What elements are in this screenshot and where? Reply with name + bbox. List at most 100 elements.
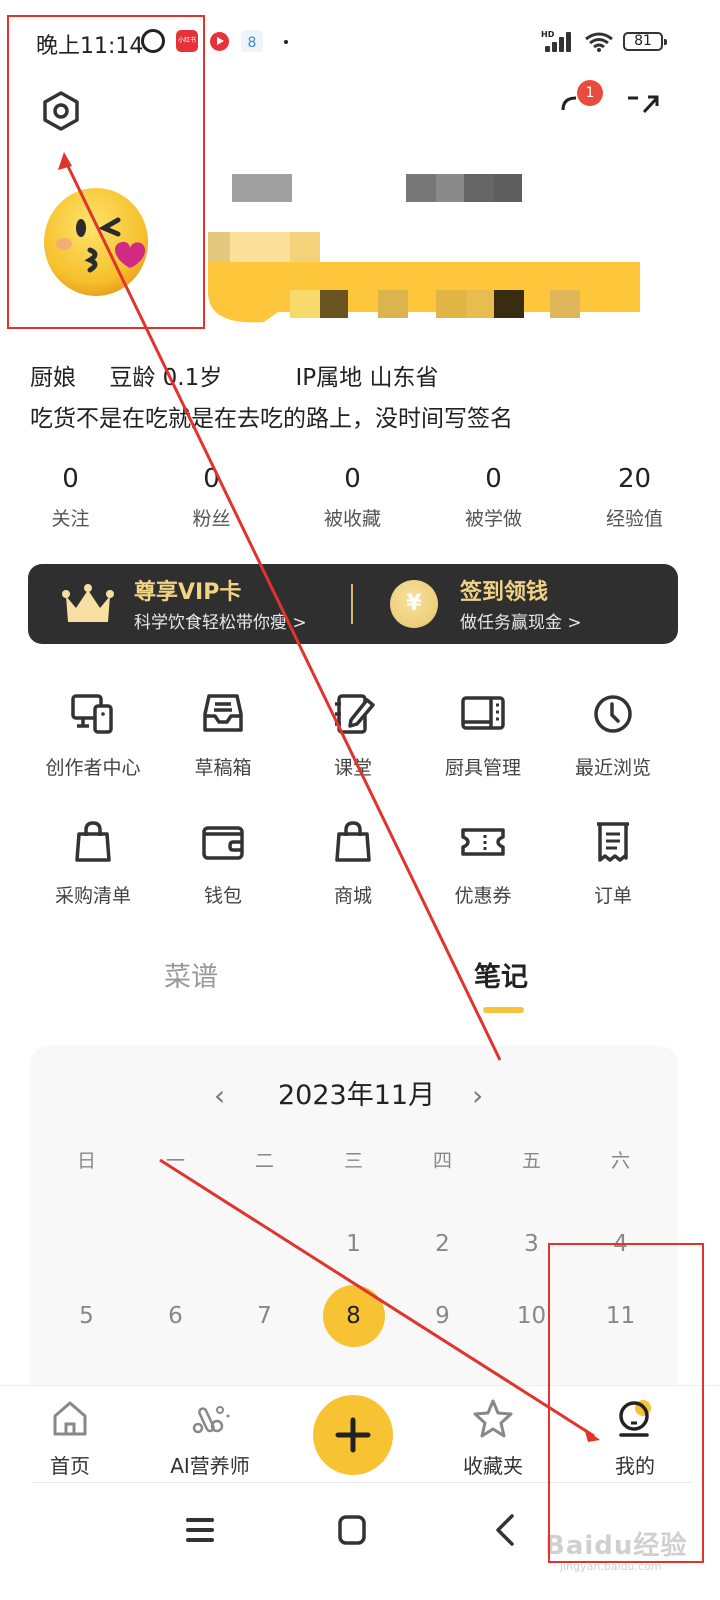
grid-label: 草稿箱 <box>194 757 252 779</box>
calendar-day[interactable]: 10 <box>487 1286 576 1346</box>
notebook-pen-icon <box>335 694 375 734</box>
checkin-title: 签到领钱 <box>460 580 549 605</box>
calendar-day[interactable]: 1 <box>309 1214 398 1274</box>
home-icon <box>53 1401 87 1436</box>
stat-label: 关注 <box>51 508 90 530</box>
cell-signal-icon: HD <box>541 30 577 52</box>
wallet-icon <box>202 826 244 860</box>
weekday-label: 四 <box>432 1150 452 1172</box>
stat-value: 20 <box>617 464 652 494</box>
tab-notes[interactable]: 笔记 <box>474 955 528 994</box>
stat-collected[interactable]: 0 被收藏 <box>282 460 423 531</box>
back-icon[interactable] <box>486 1510 526 1550</box>
grid-label: 课堂 <box>333 757 372 779</box>
share-icon[interactable] <box>626 92 660 118</box>
nav-favorites[interactable]: 收藏夹 <box>433 1398 553 1479</box>
badge-redacted <box>208 232 640 323</box>
weekday-label: 二 <box>254 1150 274 1172</box>
account-age: 豆龄 0.1岁 <box>109 365 223 391</box>
vip-card-button[interactable]: 尊享VIP卡 科学饮食轻松带你瘦 > <box>62 564 352 644</box>
nav-label: 首页 <box>50 1454 90 1478</box>
nav-label: AI营养师 <box>170 1454 250 1478</box>
ip-location: IP属地 山东省 <box>295 365 439 391</box>
tab-recipes[interactable]: 菜谱 <box>164 955 218 994</box>
prev-month-button[interactable]: ‹ <box>214 1076 225 1116</box>
add-post-button[interactable] <box>313 1395 393 1475</box>
calendar-week: 1 2 3 4 <box>42 1214 666 1274</box>
grid-item-classroom[interactable]: 课堂 <box>288 690 418 818</box>
weekday-header: 日 一 二 三 四 五 六 <box>42 1146 666 1173</box>
calendar-day[interactable]: 6 <box>131 1286 220 1346</box>
stat-value: 0 <box>485 464 502 494</box>
shopping-bag-icon <box>75 821 111 862</box>
plus-icon <box>335 1417 371 1453</box>
calendar-day[interactable]: 4 <box>576 1214 665 1274</box>
calendar-day-selected[interactable]: 8 <box>309 1285 398 1347</box>
grid-item-creator-center[interactable]: 创作者中心 <box>28 690 158 818</box>
grid-label: 创作者中心 <box>45 757 141 779</box>
nav-mine[interactable]: 我的 <box>575 1398 695 1479</box>
calendar-day[interactable]: 7 <box>220 1286 309 1346</box>
stats-row: 0 关注 0 粉丝 0 被收藏 0 被学做 20 经验值 <box>0 460 720 531</box>
grid-item-recent[interactable]: 最近浏览 <box>548 690 678 818</box>
star-icon <box>473 1399 513 1438</box>
grid-item-mall[interactable]: 商城 <box>288 818 418 946</box>
grid-label: 商城 <box>333 885 372 907</box>
ai-nutritionist-icon <box>192 1406 230 1434</box>
content-tabs: 菜谱 笔记 <box>0 955 720 1025</box>
home-button-icon[interactable] <box>332 1510 372 1550</box>
profile-icon <box>619 1400 651 1437</box>
nav-ai-nutritionist[interactable]: AI营养师 <box>150 1398 270 1479</box>
baidu-watermark-url: jingyan.baidu.com <box>560 1560 662 1573</box>
battery-icon: 81 <box>623 32 667 51</box>
calendar-day[interactable]: 11 <box>576 1286 665 1346</box>
checkin-button[interactable]: ¥ 签到领钱 做任务赢现金 > <box>390 564 650 644</box>
avatar[interactable] <box>44 186 156 298</box>
stat-value: 0 <box>344 464 361 494</box>
recent-apps-icon[interactable] <box>180 1510 220 1550</box>
grid-item-orders[interactable]: 订单 <box>548 818 678 946</box>
grid-label: 最近浏览 <box>574 757 651 779</box>
stat-learned[interactable]: 0 被学做 <box>423 460 564 531</box>
stat-label: 粉丝 <box>192 508 231 530</box>
stat-experience[interactable]: 20 经验值 <box>564 460 705 531</box>
profile-bio[interactable]: 吃货不是在吃就是在去吃的路上，没时间写签名 <box>30 399 513 433</box>
grid-item-coupons[interactable]: 优惠券 <box>418 818 548 946</box>
ticket-icon <box>461 828 505 856</box>
stat-value: 0 <box>203 464 220 494</box>
status-time: 晚上11:14 <box>36 34 144 59</box>
calendar-week: 5 6 7 8 9 10 11 <box>42 1285 666 1347</box>
calendar-day[interactable]: 3 <box>487 1214 576 1274</box>
grid-item-cookware[interactable]: 厨具管理 <box>418 690 548 818</box>
grid-item-wallet[interactable]: 钱包 <box>158 818 288 946</box>
profile-meta: 厨娘 豆龄 0.1岁 IP属地 山东省 <box>30 358 464 392</box>
calendar-day[interactable]: 9 <box>398 1286 487 1346</box>
arrow-head-icon <box>58 152 72 170</box>
settings-icon[interactable] <box>40 90 82 132</box>
weekday-label: 五 <box>521 1150 541 1172</box>
next-month-button[interactable]: › <box>472 1076 483 1116</box>
calendar-notification-icon: 8 <box>241 30 263 52</box>
microwave-icon <box>461 696 505 730</box>
stat-followers[interactable]: 0 粉丝 <box>141 460 282 531</box>
stat-following[interactable]: 0 关注 <box>0 460 141 531</box>
message-badge: 1 <box>577 80 603 106</box>
calendar-header: ‹ 2023年11月 › <box>30 1076 678 1116</box>
nav-home[interactable]: 首页 <box>10 1398 130 1479</box>
banner-divider <box>351 584 353 624</box>
grid-label: 厨具管理 <box>444 757 521 779</box>
nav-divider <box>32 1482 692 1483</box>
weekday-label: 六 <box>610 1150 630 1172</box>
video-app-notification-icon <box>210 32 229 51</box>
nav-label: 收藏夹 <box>463 1454 523 1478</box>
calendar-day-empty <box>42 1214 131 1274</box>
grid-item-shopping-list[interactable]: 采购清单 <box>28 818 158 946</box>
calendar-day[interactable]: 2 <box>398 1214 487 1274</box>
more-notifications-icon <box>284 40 288 44</box>
grid-label: 优惠券 <box>454 885 512 907</box>
grid-item-drafts[interactable]: 草稿箱 <box>158 690 288 818</box>
stat-value: 0 <box>62 464 79 494</box>
shopping-bag-icon <box>335 821 371 862</box>
crown-icon <box>62 584 114 622</box>
calendar-day[interactable]: 5 <box>42 1286 131 1346</box>
